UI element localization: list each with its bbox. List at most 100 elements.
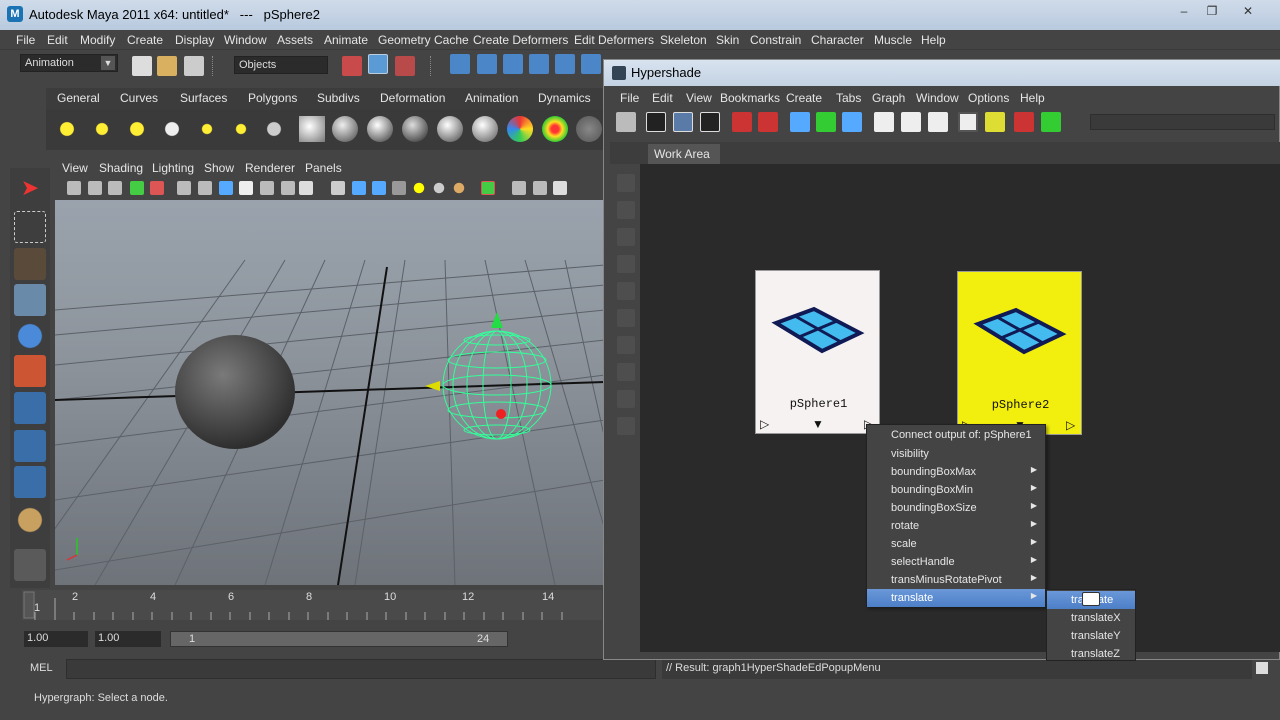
show-manipulator-icon[interactable] (14, 466, 46, 498)
submenu-item-translatez[interactable]: translateZ (1047, 645, 1135, 663)
playback-start-field[interactable]: 1.00 (95, 631, 161, 647)
volume-light-icon[interactable] (228, 116, 254, 142)
menu-item-translate[interactable]: translate ▶ (867, 589, 1045, 607)
node-psphere1[interactable]: pSphere1 ▷ ▼ ▷ (755, 270, 880, 434)
all-lights-icon[interactable] (432, 181, 446, 195)
shelf-tab-polygons[interactable]: Polygons (248, 91, 297, 105)
menu-muscle[interactable]: Muscle (874, 33, 912, 47)
menu-edit[interactable]: Edit (47, 33, 68, 47)
sidebar-tool-icon[interactable] (617, 255, 635, 273)
top-tabs-only-icon[interactable] (646, 112, 666, 132)
area-light-icon[interactable] (194, 116, 220, 142)
minimize-button[interactable]: – (1170, 2, 1198, 20)
universal-manipulator-icon[interactable] (14, 392, 46, 424)
rearrange-graph-icon[interactable] (816, 112, 836, 132)
menu-skeleton[interactable]: Skeleton (660, 33, 707, 47)
panel-menu-renderer[interactable]: Renderer (245, 161, 295, 175)
command-input[interactable] (66, 659, 656, 679)
menu-character[interactable]: Character (811, 33, 864, 47)
panel-menu-shading[interactable]: Shading (99, 161, 143, 175)
new-scene-icon[interactable] (132, 56, 152, 76)
shadows-icon[interactable] (452, 181, 466, 195)
show-previous-graph-icon[interactable] (874, 112, 894, 132)
remove-graph-icon[interactable] (928, 112, 948, 132)
menu-help[interactable]: Help (921, 33, 946, 47)
anisotropic-shader-icon[interactable] (472, 116, 498, 142)
texture-icon[interactable] (576, 116, 602, 142)
resolution-gate-icon[interactable] (219, 181, 233, 195)
menu-item-rotate[interactable]: rotate ▶ (867, 517, 1045, 535)
graph-output-connections-icon[interactable] (758, 112, 778, 132)
menu-create[interactable]: Create (127, 33, 163, 47)
panel-menu-lighting[interactable]: Lighting (152, 161, 194, 175)
output-port-icon[interactable]: ▷ (1066, 418, 1075, 432)
bookmark-icon[interactable] (108, 181, 122, 195)
shelf-tab-subdivs[interactable]: Subdivs (317, 91, 360, 105)
paint-select-tool-icon[interactable] (14, 248, 46, 280)
snap-view-plane-icon[interactable] (529, 54, 549, 74)
move-manipulator-x-icon[interactable] (425, 381, 440, 391)
hs-menu-file[interactable]: File (620, 91, 639, 105)
wireframe-icon[interactable] (331, 181, 345, 195)
sidebar-tool-icon[interactable] (617, 417, 635, 435)
menu-constrain[interactable]: Constrain (750, 33, 801, 47)
bottom-tabs-only-icon[interactable] (700, 112, 720, 132)
shelf-tab-deformation[interactable]: Deformation (380, 91, 445, 105)
ambient-light-icon[interactable] (54, 116, 80, 142)
shelf-tab-surfaces[interactable]: Surfaces (180, 91, 227, 105)
move-manipulator-z-icon[interactable] (496, 409, 506, 419)
grid-icon[interactable] (177, 181, 191, 195)
sidebar-tool-icon[interactable] (617, 390, 635, 408)
field-chart-icon[interactable] (260, 181, 274, 195)
render-view-icon[interactable] (958, 112, 978, 132)
camera-icon[interactable] (261, 116, 287, 142)
xray-joints-icon[interactable] (533, 181, 547, 195)
menu-geometry-cache[interactable]: Geometry Cache (378, 33, 469, 47)
hs-menu-view[interactable]: View (686, 91, 712, 105)
camera-select-icon[interactable] (67, 181, 81, 195)
sidebar-tool-icon[interactable] (617, 309, 635, 327)
start-time-field[interactable]: 1.00 (24, 631, 88, 647)
smooth-shade-icon[interactable] (352, 181, 366, 195)
menu-item-transminusrotatepivot[interactable]: transMinusRotatePivot ▶ (867, 571, 1045, 589)
shelf-tab-general[interactable]: General (57, 91, 100, 105)
film-gate-icon[interactable] (198, 181, 212, 195)
phong-shader-icon[interactable] (402, 116, 428, 142)
close-button[interactable]: ✕ (1234, 2, 1262, 20)
menu-display[interactable]: Display (175, 33, 214, 47)
maximize-button[interactable]: ❐ (1198, 2, 1226, 20)
menu-file[interactable]: File (16, 33, 35, 47)
menu-skin[interactable]: Skin (716, 33, 739, 47)
history-icon[interactable] (581, 54, 601, 74)
hs-menu-graph[interactable]: Graph (872, 91, 905, 105)
snap-point-icon[interactable] (503, 54, 523, 74)
sidebar-tool-icon[interactable] (617, 228, 635, 246)
use-default-light-icon[interactable] (412, 181, 426, 195)
image-plane-icon[interactable] (130, 181, 144, 195)
menu-window[interactable]: Window (224, 33, 267, 47)
psphere1-object[interactable] (175, 335, 295, 449)
material-icon[interactable] (299, 116, 325, 142)
selection-mask-field[interactable]: Objects (234, 56, 328, 74)
ramp-shader-icon[interactable] (507, 116, 533, 142)
ipr-render-icon[interactable] (985, 112, 1005, 132)
graph-input-connections-icon[interactable] (732, 112, 752, 132)
hs-menu-help[interactable]: Help (1020, 91, 1045, 105)
checker-texture-icon[interactable] (542, 116, 568, 142)
blinn-shader-icon[interactable] (367, 116, 393, 142)
open-scene-icon[interactable] (157, 56, 177, 76)
menu-create-deformers[interactable]: Create Deformers (473, 33, 568, 47)
sidebar-tool-icon[interactable] (617, 174, 635, 192)
sidebar-tool-icon[interactable] (617, 282, 635, 300)
show-next-graph-icon[interactable] (901, 112, 921, 132)
spot-light-icon[interactable] (159, 116, 185, 142)
script-editor-icon[interactable] (1256, 662, 1268, 674)
hs-menu-options[interactable]: Options (968, 91, 1009, 105)
point-light-icon[interactable] (124, 116, 150, 142)
menu-item-boundingboxmin[interactable]: boundingBoxMin ▶ (867, 481, 1045, 499)
gate-mask-icon[interactable] (239, 181, 253, 195)
menu-item-boundingboxsize[interactable]: boundingBoxSize ▶ (867, 499, 1045, 517)
rotate-tool-icon[interactable] (14, 320, 46, 352)
select-tool-icon[interactable]: ➤ (14, 172, 46, 204)
menu-assets[interactable]: Assets (277, 33, 313, 47)
